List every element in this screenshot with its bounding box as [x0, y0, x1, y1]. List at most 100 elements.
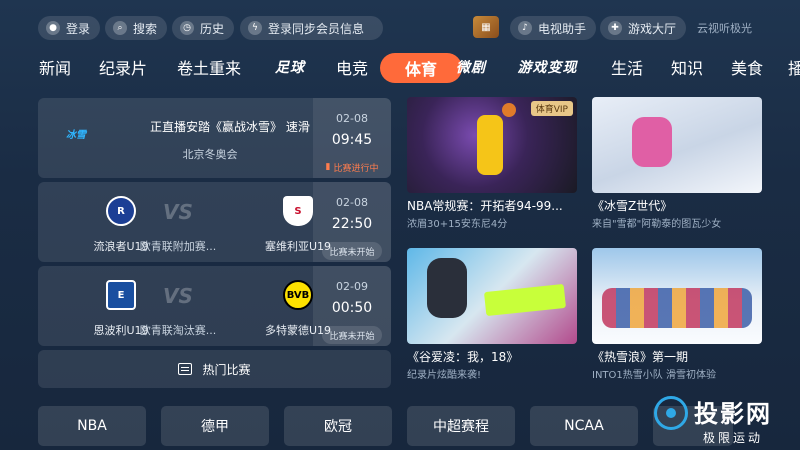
- status-label: 比赛进行中: [333, 163, 379, 174]
- match-time-panel: 02-08 22:50 比赛未开始: [313, 182, 391, 262]
- video-card-hot-snow[interactable]: 《热雪浪》第一期 INTO1热雪小队 滑雪初体验: [592, 248, 762, 381]
- match-info: R 流浪者U19 VS 欧青联附加赛... S 塞维利亚U19: [38, 182, 331, 262]
- live-bars-icon: ▮: [325, 162, 331, 172]
- video-title: 《热雪浪》第一期: [592, 350, 689, 364]
- title-art-icon: [483, 283, 567, 317]
- sync-label: 登录同步会员信息: [268, 21, 365, 36]
- video-title: NBA常规赛：开拓者94-99...: [407, 199, 563, 213]
- match-date: 02-08: [336, 196, 368, 209]
- match-title: 正直播安踏《赢战冰雪》 速滑名将...: [150, 120, 310, 134]
- rangers-logo-icon: R: [106, 196, 136, 226]
- match-date: 02-09: [336, 280, 368, 293]
- video-thumbnail: 体育VIP: [407, 97, 577, 193]
- nav-item-knowledge[interactable]: 知识: [670, 52, 704, 82]
- video-subtitle: INTO1热雪小队 滑雪初体验: [592, 370, 716, 381]
- calendar-icon: [178, 363, 193, 375]
- video-subtitle: 纪录片炫酷来袭!: [407, 370, 482, 381]
- category-nba[interactable]: NBA: [38, 406, 146, 446]
- status-badge-live: ▮ 比赛进行中: [322, 158, 382, 176]
- video-card-gu-ailing[interactable]: 《谷爱凌：我，18》 纪录片炫酷来袭!: [407, 248, 577, 381]
- league-name: 欧青联附加赛...: [139, 240, 217, 253]
- nav-item-documentary[interactable]: 纪录片: [98, 52, 148, 82]
- nav-item-more[interactable]: 播: [788, 52, 800, 82]
- top-bar: ● 登录 ⌕ 搜索 ◷ 历史 ϟ 登录同步会员信息 ▦ ♪ 电视助手 ✚ 游戏大…: [0, 0, 800, 50]
- video-card-ice-snow[interactable]: 《冰雪Z世代》 来自"雪都"阿勒泰的图瓦少女: [592, 97, 762, 230]
- video-thumbnail: [592, 97, 762, 193]
- dortmund-logo-icon: BVB: [283, 280, 313, 310]
- match-time: 22:50: [331, 216, 373, 232]
- empoli-logo-icon: E: [106, 280, 136, 310]
- match-date: 02-08: [336, 112, 368, 125]
- category-bundesliga[interactable]: 德甲: [161, 406, 269, 446]
- hot-matches-button[interactable]: 热门比赛: [38, 350, 391, 388]
- sevilla-logo-icon: S: [283, 196, 313, 226]
- category-champions-league[interactable]: 欧冠: [284, 406, 392, 446]
- game-hall-label: 游戏大厅: [628, 21, 677, 36]
- nav-item-life[interactable]: 生活: [610, 52, 644, 82]
- nav-item-football[interactable]: 足球: [270, 52, 310, 82]
- video-subtitle: 来自"雪都"阿勒泰的图瓦少女: [592, 219, 722, 230]
- category-nav: 新闻 纪录片 卷土重来 足球 电竞 体育 微剧 游戏变现 生活 知识 美食 播: [0, 52, 800, 84]
- history-button[interactable]: ◷ 历史: [172, 16, 235, 40]
- sync-member-button[interactable]: ϟ 登录同步会员信息: [240, 16, 383, 40]
- video-thumbnail: [592, 248, 762, 344]
- league-name: 欧青联淘汰赛...: [139, 324, 217, 337]
- game-hall-button[interactable]: ✚ 游戏大厅: [600, 16, 687, 40]
- basketball-icon: [502, 103, 516, 117]
- match-time-panel: 02-08 09:45 ▮ 比赛进行中: [313, 98, 391, 178]
- login-button[interactable]: ● 登录: [38, 16, 101, 40]
- clock-icon: ◷: [180, 21, 194, 35]
- gamepad-icon: ✚: [608, 21, 622, 35]
- nav-item-comeback[interactable]: 卷土重来: [175, 52, 243, 82]
- video-subtitle: 浓眉30+15安东尼4分: [407, 219, 508, 230]
- user-icon: ●: [46, 21, 60, 35]
- nav-item-news[interactable]: 新闻: [38, 52, 72, 82]
- hot-matches-label: 热门比赛: [202, 362, 251, 377]
- group-figure-icon: [602, 288, 752, 328]
- person-figure-icon: [427, 258, 467, 318]
- event-logo-icon: 冰雪: [66, 130, 86, 141]
- video-thumbnail: [407, 248, 577, 344]
- match-card-live[interactable]: 冰雪 正直播安踏《赢战冰雪》 速滑名将... 北京冬奥会 02-08 09:45…: [38, 98, 391, 178]
- match-card[interactable]: E 恩波利U19 VS 欧青联淘汰赛... BVB 多特蒙德U19 02-09 …: [38, 266, 391, 346]
- category-csl-schedule[interactable]: 中超赛程: [407, 406, 515, 446]
- vs-icon: VS: [163, 200, 193, 224]
- nav-item-games[interactable]: 游戏变现: [510, 52, 585, 82]
- watermark-subtitle: 极限运动: [702, 431, 763, 445]
- video-title: 《谷爱凌：我，18》: [407, 350, 519, 364]
- match-time: 00:50: [331, 300, 373, 316]
- match-subtitle: 北京冬奥会: [182, 148, 238, 161]
- match-info: E 恩波利U19 VS 欧青联淘汰赛... BVB 多特蒙德U19: [38, 266, 331, 346]
- video-card-nba[interactable]: 体育VIP NBA常规赛：开拓者94-99... 浓眉30+15安东尼4分: [407, 97, 577, 230]
- lightning-icon: ϟ: [248, 21, 262, 35]
- history-label: 历史: [200, 21, 225, 36]
- nav-item-esports[interactable]: 电竞: [335, 52, 369, 82]
- vs-icon: VS: [163, 284, 193, 308]
- tv-assistant-label: 电视助手: [538, 21, 587, 36]
- watermark: 投影网 极限运动: [654, 394, 772, 446]
- app-thumbnail[interactable]: ▦: [473, 16, 499, 38]
- nav-item-food[interactable]: 美食: [730, 52, 764, 82]
- tv-assistant-button[interactable]: ♪ 电视助手: [510, 16, 597, 40]
- brand-label: 云视听极光: [697, 22, 752, 35]
- nav-item-sports[interactable]: 体育: [380, 53, 462, 83]
- search-button[interactable]: ⌕ 搜索: [105, 16, 168, 40]
- nav-item-microdrama[interactable]: 微剧: [451, 52, 491, 82]
- match-time-panel: 02-09 00:50 比赛未开始: [313, 266, 391, 346]
- video-title: 《冰雪Z世代》: [592, 199, 673, 213]
- login-label: 登录: [66, 21, 91, 36]
- match-time: 09:45: [331, 132, 373, 148]
- skier-figure-icon: [632, 117, 672, 167]
- microphone-icon: ♪: [518, 21, 532, 35]
- category-ncaa[interactable]: NCAA: [530, 406, 638, 446]
- search-label: 搜索: [133, 21, 158, 36]
- watermark-title: 投影网: [694, 400, 772, 428]
- match-info: 冰雪 正直播安踏《赢战冰雪》 速滑名将... 北京冬奥会: [38, 98, 310, 178]
- player-figure-icon: [477, 115, 503, 175]
- watermark-logo-icon: [654, 396, 688, 430]
- search-icon: ⌕: [113, 21, 127, 35]
- match-card[interactable]: R 流浪者U19 VS 欧青联附加赛... S 塞维利亚U19 02-08 22…: [38, 182, 391, 262]
- status-badge: 比赛未开始: [322, 326, 382, 344]
- status-badge: 比赛未开始: [322, 242, 382, 260]
- vip-badge: 体育VIP: [530, 101, 573, 116]
